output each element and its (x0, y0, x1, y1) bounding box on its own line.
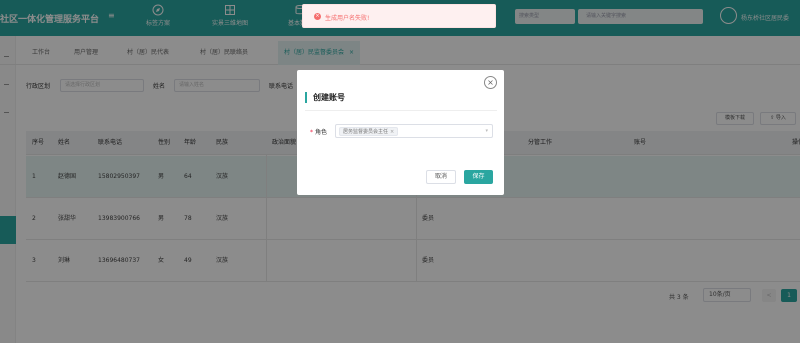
divider (305, 110, 497, 111)
cancel-button[interactable]: 取消 (426, 170, 456, 184)
dialog-title: 创建账号 (313, 93, 345, 102)
role-label: * 角色 (310, 127, 327, 136)
title-accent-bar (305, 92, 307, 103)
role-select[interactable]: 居务监督委员会主任 × ▾ (335, 124, 493, 138)
error-icon: × (314, 13, 321, 20)
role-tag: 居务监督委员会主任 × (339, 127, 399, 136)
role-label-text: 角色 (315, 129, 328, 136)
toast-message: 生成用户名失败! (325, 15, 370, 22)
error-toast: × 生成用户名失败! (302, 4, 496, 28)
save-button[interactable]: 保存 (464, 170, 493, 184)
chevron-down-icon: ▾ (485, 128, 488, 134)
required-mark: * (310, 129, 313, 136)
role-tag-label: 居务监督委员会主任 (343, 129, 389, 135)
close-icon[interactable]: × (484, 76, 497, 89)
tag-close-icon[interactable]: × (390, 129, 394, 135)
create-account-dialog: 创建账号 × * 角色 居务监督委员会主任 × ▾ 取消 保存 (297, 70, 504, 195)
